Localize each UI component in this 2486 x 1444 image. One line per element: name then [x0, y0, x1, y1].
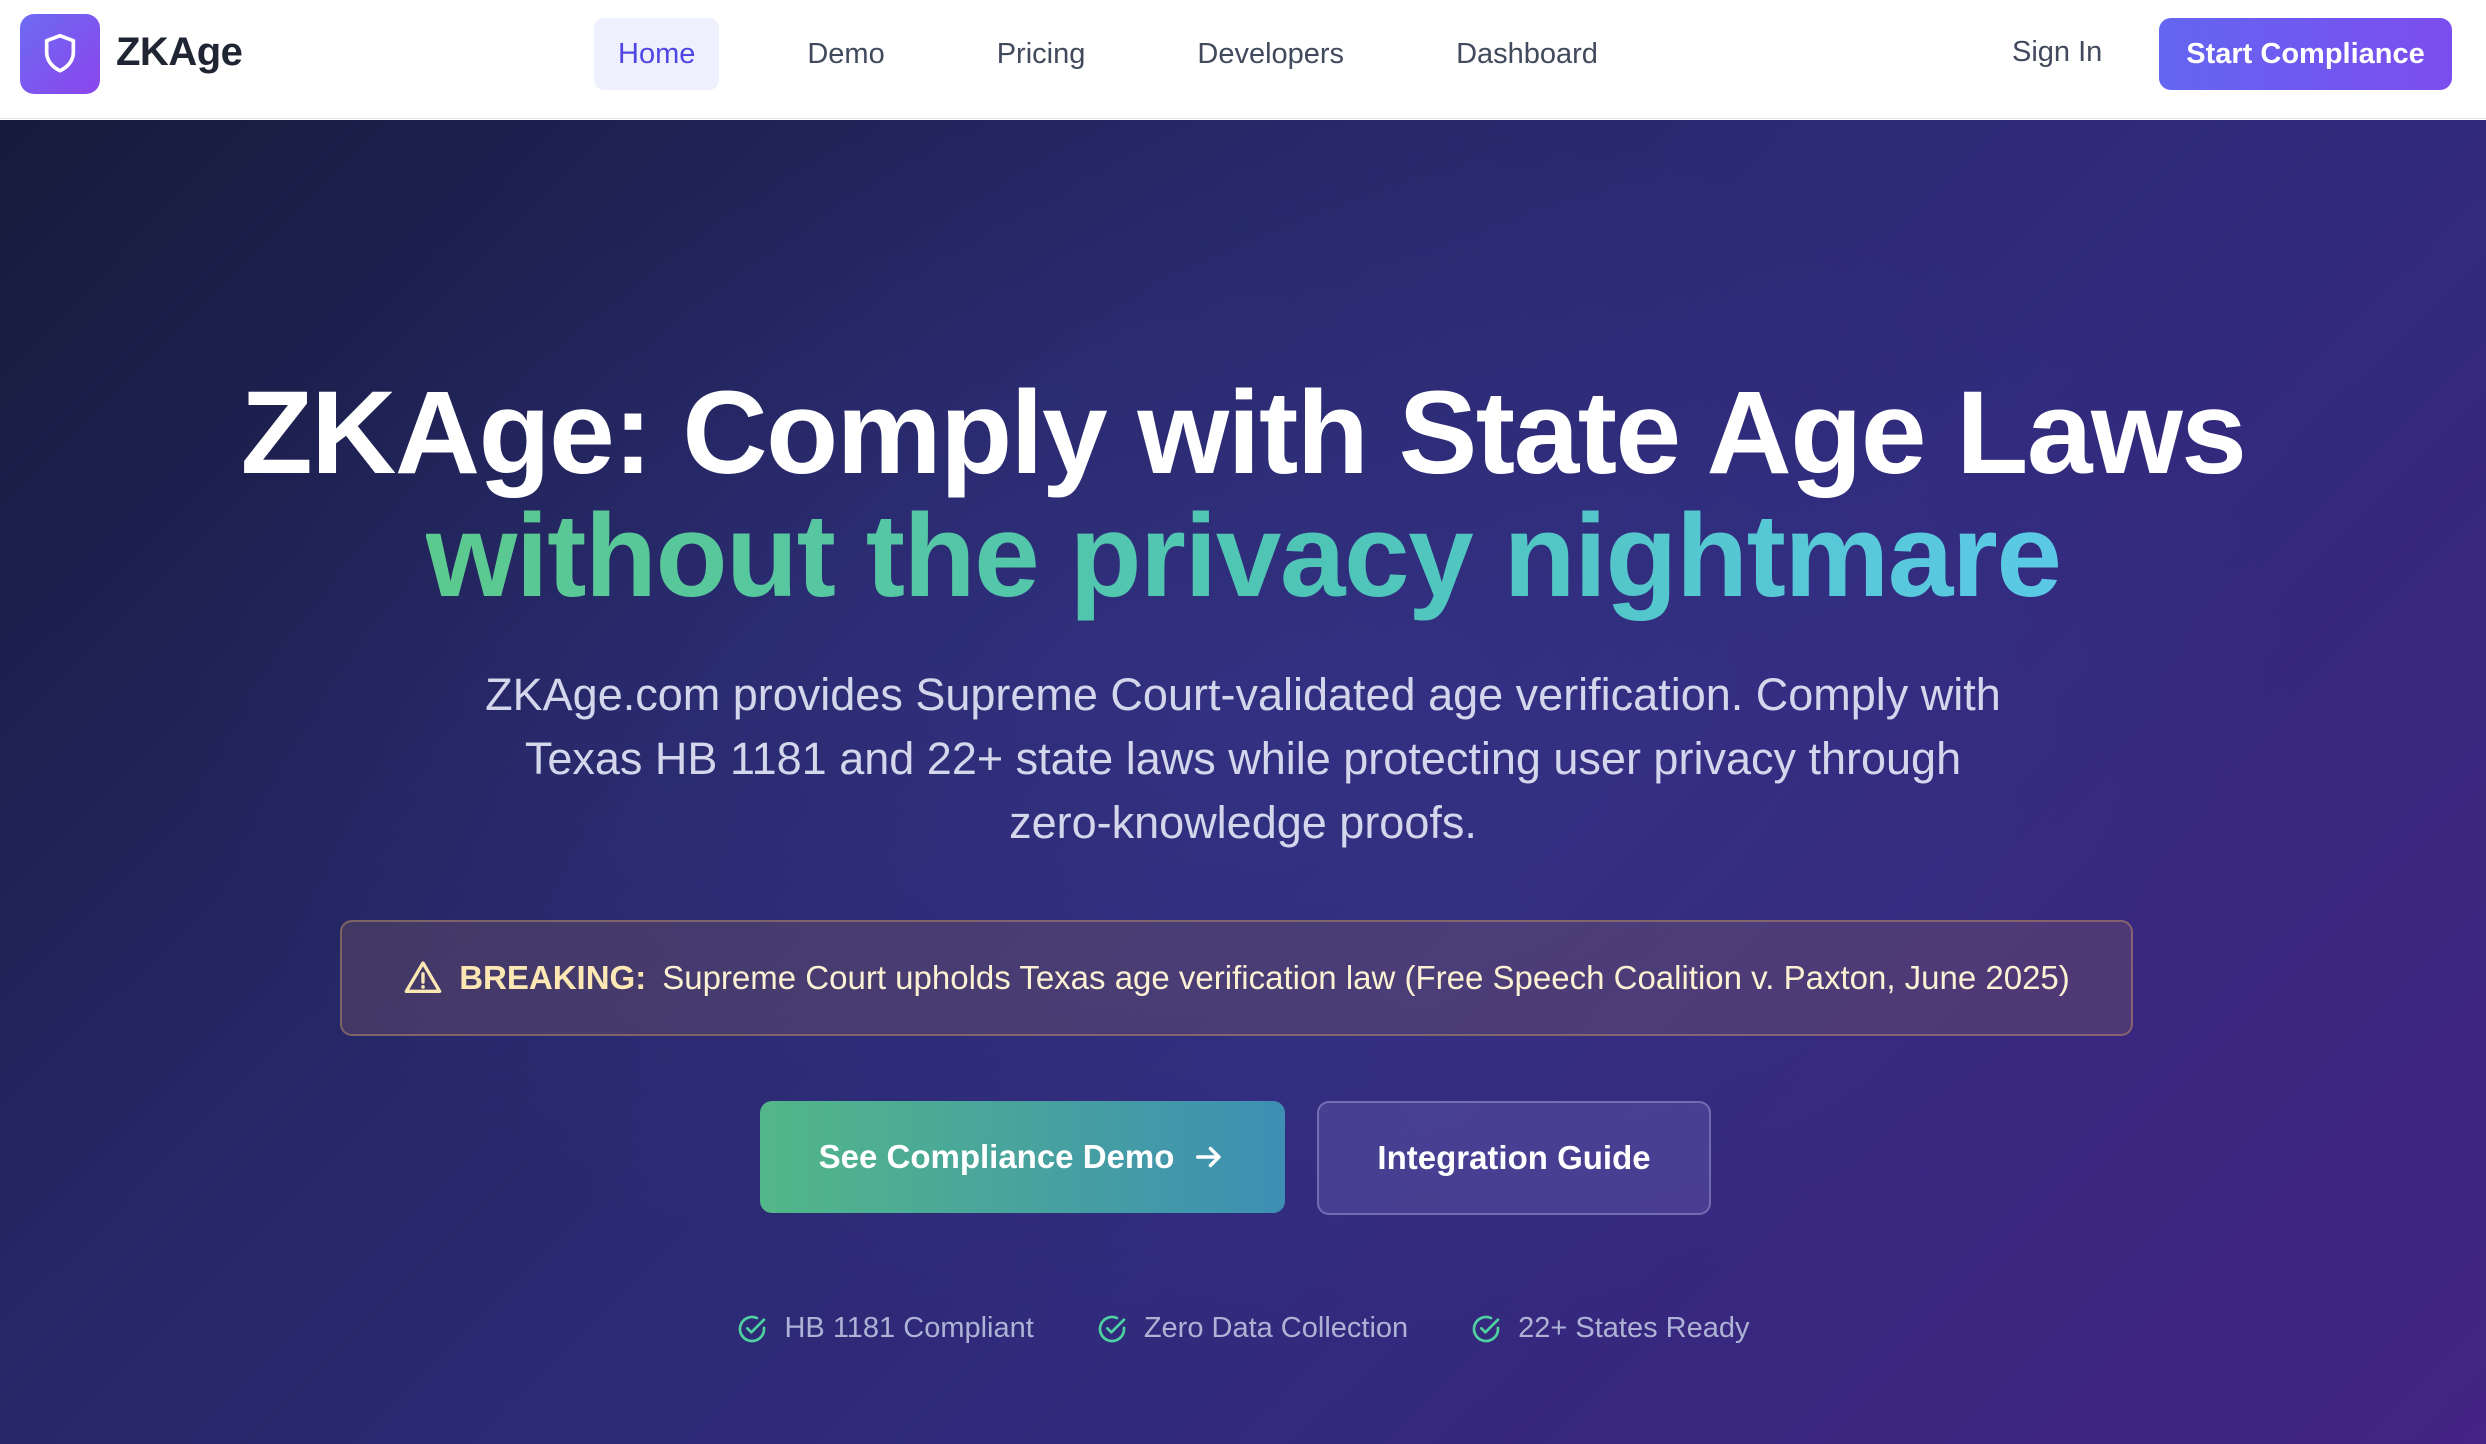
sign-in-link[interactable]: Sign In [2012, 36, 2102, 69]
navbar: ZKAge Home Demo Pricing Developers Dashb… [0, 0, 2486, 119]
check-circle-icon [739, 1315, 766, 1342]
arrow-right-icon [1196, 1146, 1222, 1168]
logo[interactable] [20, 14, 100, 94]
badge-hb1181: HB 1181 Compliant [736, 1312, 1034, 1345]
check-circle-icon [1098, 1315, 1126, 1342]
see-compliance-demo-button[interactable]: See Compliance Demo [760, 1101, 1285, 1213]
badge-label: Zero Data Collection [1143, 1312, 1409, 1344]
badge-zero-data: Zero Data Collection [1096, 1312, 1408, 1345]
nav-pricing[interactable]: Pricing [973, 18, 1110, 90]
nav-developers[interactable]: Developers [1173, 18, 1368, 90]
nav-home[interactable]: Home [594, 18, 720, 90]
badge-label: 22+ States Ready [1518, 1312, 1750, 1344]
badge-label: HB 1181 Compliant [784, 1312, 1034, 1344]
integration-guide-button[interactable]: Integration Guide [1317, 1101, 1711, 1215]
hero-section: ZKAge: Comply with State Age Laws withou… [0, 120, 2486, 1444]
trust-badges: HB 1181 Compliant Zero Data Collection 2… [0, 1312, 2486, 1345]
brand-name[interactable]: ZKAge [116, 30, 243, 75]
check-circle-icon [1472, 1315, 1500, 1342]
demo-button-label: See Compliance Demo [818, 1138, 1175, 1175]
main-nav: Home Demo Pricing Developers Dashboard [594, 18, 1686, 90]
hero-title-accent-text: without the privacy nightmare [425, 490, 2062, 622]
hero-title-accent: without the privacy nightmare [0, 496, 2486, 616]
breaking-label: BREAKING: [459, 959, 647, 996]
shield-icon [44, 33, 76, 73]
breaking-message: Supreme Court upholds Texas age verifica… [662, 959, 2070, 996]
hero-title: ZKAge: Comply with State Age Laws [240, 367, 2247, 499]
breaking-news-alert: BREAKING: Supreme Court upholds Texas ag… [340, 920, 2133, 1036]
nav-dashboard[interactable]: Dashboard [1432, 18, 1622, 90]
hero-subtitle: ZKAge.com provides Supreme Court-validat… [485, 669, 2001, 848]
badge-states-ready: 22+ States Ready [1470, 1312, 1750, 1345]
nav-demo[interactable]: Demo [783, 18, 908, 90]
warning-icon [404, 961, 442, 993]
start-compliance-button[interactable]: Start Compliance [2159, 18, 2452, 90]
